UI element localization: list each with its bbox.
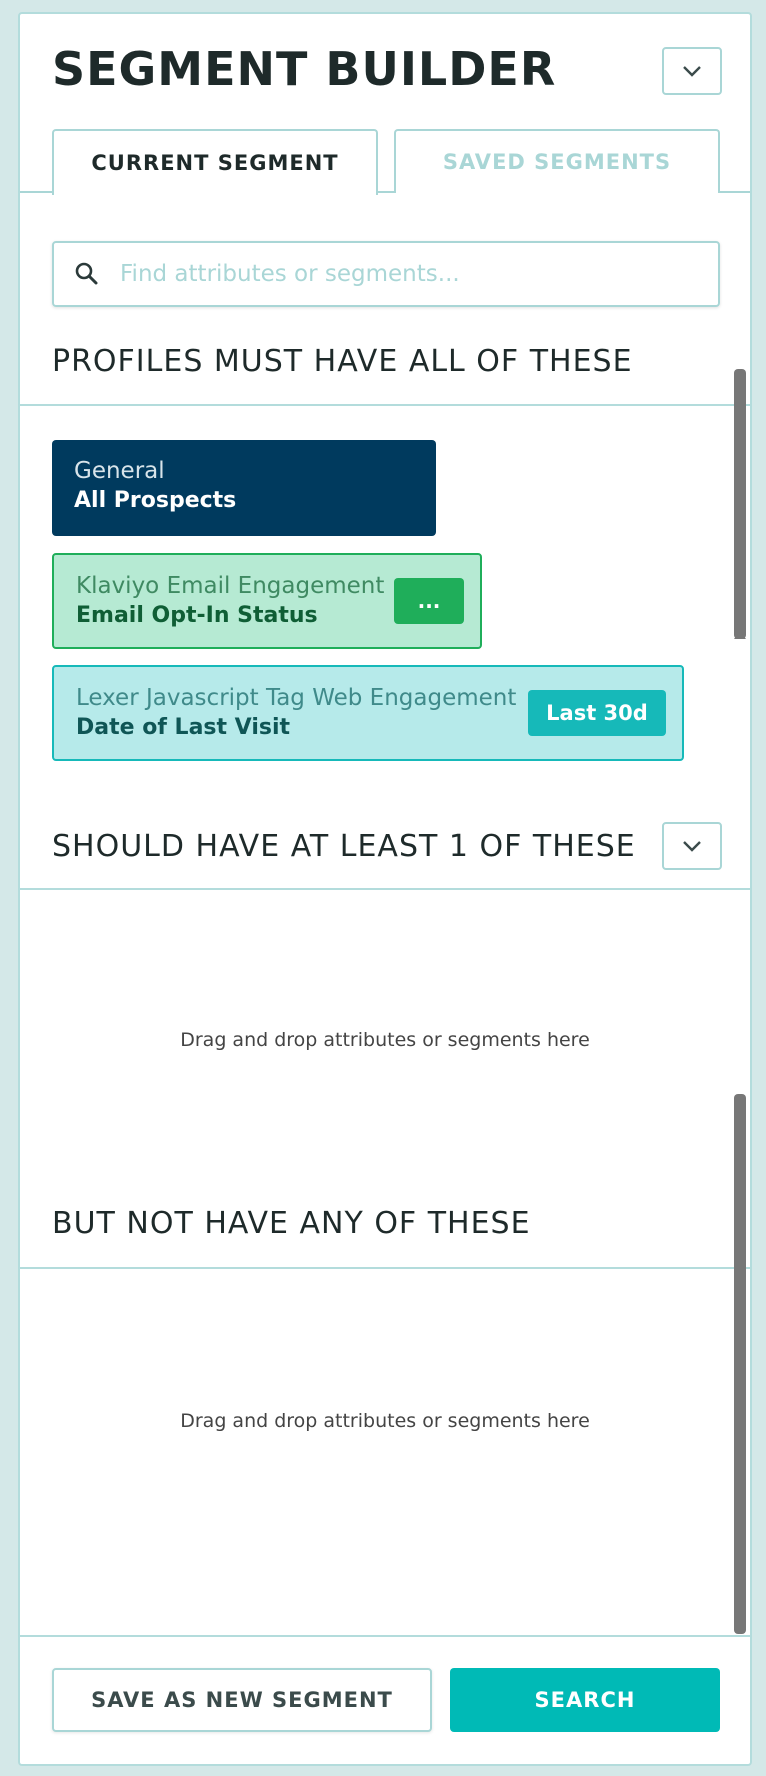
search-button[interactable]: SEARCH [450,1668,720,1732]
scrollbar-upper[interactable] [734,369,746,639]
segment-card-klaviyo[interactable]: Klaviyo Email Engagement Email Opt-In St… [52,553,482,649]
section-divider [20,888,750,890]
tab-saved-segments[interactable]: SAVED SEGMENTS [394,129,720,193]
save-as-new-segment-button[interactable]: SAVE AS NEW SEGMENT [52,1668,432,1732]
segment-builder-panel: SEGMENT BUILDER CURRENT SEGMENT SAVED SE… [18,12,752,1766]
date-range-badge[interactable]: Last 30d [528,690,666,736]
section-title-should: SHOULD HAVE AT LEAST 1 OF THESE [52,829,636,864]
options-button[interactable]: ... [394,578,464,624]
tab-current-segment[interactable]: CURRENT SEGMENT [52,129,378,195]
expand-should-section-button[interactable] [662,822,722,870]
page-title: SEGMENT BUILDER [52,42,557,96]
drop-zone-should[interactable]: Drag and drop attributes or segments her… [20,1029,750,1051]
section-divider [20,1267,750,1269]
search-input[interactable] [120,261,700,287]
search-field[interactable] [52,241,720,307]
segment-card-lexer[interactable]: Lexer Javascript Tag Web Engagement Date… [52,665,684,761]
scroll-arrow-icon[interactable] [732,619,748,641]
scrollbar-lower[interactable] [734,1094,746,1634]
chevron-down-icon [683,66,701,77]
section-title-must-not: BUT NOT HAVE ANY OF THESE [52,1206,531,1241]
card-attribute: All Prospects [74,488,237,513]
footer-divider [20,1635,750,1637]
section-divider [20,404,750,406]
card-category: General [74,458,165,484]
chevron-down-icon [683,841,701,852]
search-icon [75,262,98,285]
section-title-must: PROFILES MUST HAVE ALL OF THESE [52,344,633,379]
segment-card-general[interactable]: General All Prospects [52,440,436,536]
drop-zone-must-not[interactable]: Drag and drop attributes or segments her… [20,1410,750,1432]
collapse-panel-button[interactable] [662,47,722,95]
